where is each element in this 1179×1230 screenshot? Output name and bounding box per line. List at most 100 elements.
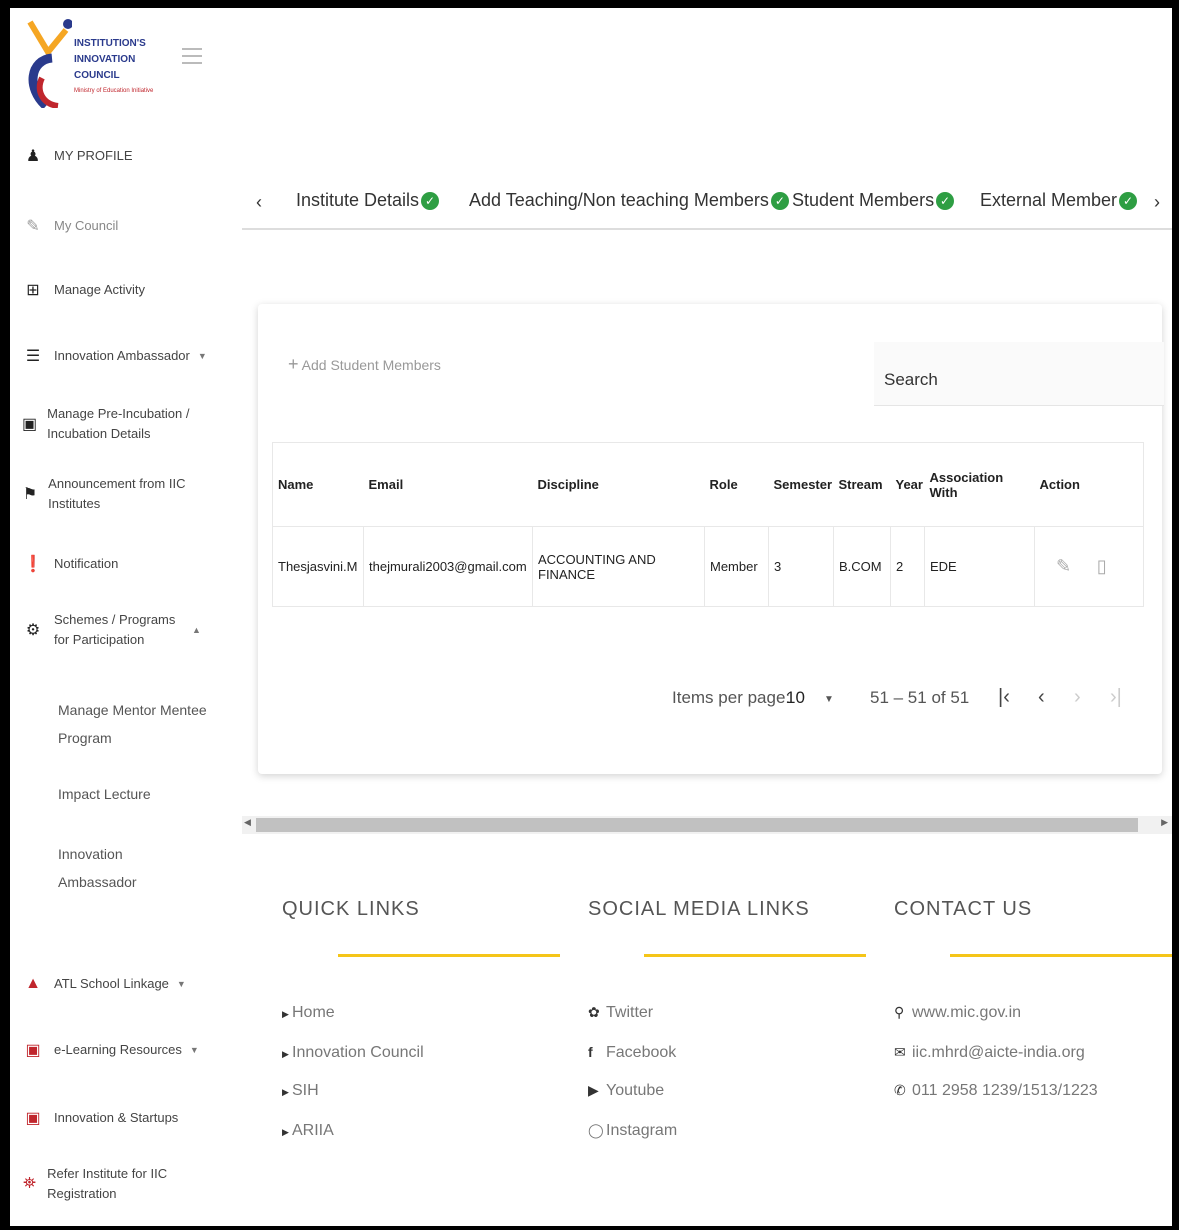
next-page-icon[interactable]: › xyxy=(1074,686,1081,709)
footer-quick-links: QUICK LINKS ▶ Home ▶ Innovation Council ▶ S… xyxy=(282,898,582,1139)
footer-contact-title: CONTACT US xyxy=(894,898,1033,920)
check-circle-icon: ✓ xyxy=(1119,191,1138,210)
sidebar-item-innovation-ambassador[interactable]: ☰ Innovation Ambassador ▼ xyxy=(10,346,225,366)
chalkboard-icon: ▣ xyxy=(25,1110,41,1127)
cell-discipline: ACCOUNTING AND FINANCE xyxy=(532,526,705,607)
bullhorn-icon: ⚑ xyxy=(22,486,38,503)
plus-icon: + xyxy=(288,354,299,374)
sidebar-subitem-impact-lecture[interactable]: Impact Lecture xyxy=(58,780,208,808)
footer-contact: CONTACT US ⚲ www.mic.gov.in ✉ iic.mhrd@aic… xyxy=(894,898,1172,1099)
sidebar-subitem-mentor-mentee[interactable]: Manage Mentor Mentee Program xyxy=(58,696,208,752)
footer-link-instagram[interactable]: ◯ Instagram xyxy=(588,1122,677,1140)
cell-stream: B.COM xyxy=(833,526,891,607)
logo-graphic-icon xyxy=(27,19,73,110)
tab-scroll-right-icon[interactable]: › xyxy=(1154,192,1160,213)
footer-link-ariia[interactable]: ▶ ARIIA xyxy=(282,1122,334,1140)
notification-icon: ❗ xyxy=(23,556,43,573)
footer-link-website[interactable]: ⚲ www.mic.gov.in xyxy=(894,1004,1021,1022)
envelope-icon: ✉ xyxy=(894,1044,906,1060)
sidebar-item-pre-incubation[interactable]: ▣ Manage Pre-Incubation / Incubation Det… xyxy=(10,404,190,444)
member-tabs: ‹ Institute Details ✓ Add Teaching/Non te… xyxy=(242,178,1172,230)
sidebar: INSTITUTION'S INNOVATION COUNCIL Ministr… xyxy=(10,8,230,1226)
caret-right-icon: ▶ xyxy=(282,1127,289,1137)
footer-social-links: SOCIAL MEDIA LINKS ✿ Twitter f Facebook ▶ Y… xyxy=(588,898,888,1139)
col-header-name[interactable]: Name xyxy=(272,442,364,527)
cell-name: Thesjasvini.M xyxy=(272,526,364,607)
footer-link-email[interactable]: ✉ iic.mhrd@aicte-india.org xyxy=(894,1044,1085,1062)
database-icon: ▣ xyxy=(22,416,38,433)
tab-student-members[interactable]: Student Members ✓ xyxy=(792,190,955,211)
prev-page-icon[interactable]: ‹ xyxy=(1038,686,1045,709)
footer-link-home[interactable]: ▶ Home xyxy=(282,1004,335,1022)
horizontal-scrollbar[interactable]: ◀ ▶ xyxy=(242,816,1172,834)
footer-link-sih[interactable]: ▶ SIH xyxy=(282,1082,319,1100)
facebook-icon: f xyxy=(588,1044,593,1060)
cell-semester: 3 xyxy=(768,526,834,607)
caret-right-icon: ▶ xyxy=(282,1049,289,1059)
sidebar-item-innovation-startups[interactable]: ▣ Innovation & Startups xyxy=(10,1108,225,1128)
scrollbar-thumb[interactable] xyxy=(256,818,1138,832)
scroll-right-icon[interactable]: ▶ xyxy=(1161,817,1168,828)
student-members-card: + Add Student Members Search Name Email … xyxy=(258,304,1164,774)
sidebar-item-elearning[interactable]: ▣ e-Learning Resources ▼ xyxy=(10,1040,225,1060)
sidebar-item-refer-institute[interactable]: ⛯ Refer Institute for IIC Registration xyxy=(10,1164,180,1204)
sidebar-item-notification[interactable]: ❗ Notification xyxy=(10,554,225,574)
chevron-down-icon: ▼ xyxy=(197,351,207,361)
cell-role: Member xyxy=(704,526,769,607)
col-header-year[interactable]: Year xyxy=(890,442,925,527)
caret-right-icon: ▶ xyxy=(282,1087,289,1097)
page-frame: INSTITUTION'S INNOVATION COUNCIL Ministr… xyxy=(10,8,1172,1226)
footer-link-facebook[interactable]: f Facebook xyxy=(588,1044,676,1062)
chevron-up-icon: ▲ xyxy=(192,625,201,635)
sidebar-item-my-council[interactable]: ✎ My Council xyxy=(10,216,225,236)
twitter-icon: ✿ xyxy=(588,1004,600,1020)
col-header-association[interactable]: Association With xyxy=(924,442,1035,527)
col-header-role[interactable]: Role xyxy=(704,442,769,527)
sidebar-item-my-profile[interactable]: ♟ MY PROFILE xyxy=(10,146,225,166)
sidebar-item-schemes[interactable]: ⚙ Schemes / Programs for Participation ▲ xyxy=(10,610,210,650)
menu-toggle-icon[interactable] xyxy=(182,48,202,66)
iic-logo[interactable]: INSTITUTION'S INNOVATION COUNCIL Ministr… xyxy=(22,18,172,110)
items-per-page-select[interactable]: 10 xyxy=(786,688,805,708)
gears-icon: ⚙ xyxy=(25,622,41,639)
footer-divider xyxy=(338,954,560,957)
tab-institute-details[interactable]: Institute Details ✓ xyxy=(296,190,440,211)
col-header-semester[interactable]: Semester xyxy=(768,442,834,527)
tab-scroll-left-icon[interactable]: ‹ xyxy=(256,192,262,213)
logo-text: INSTITUTION'S INNOVATION COUNCIL xyxy=(74,38,146,81)
first-page-icon[interactable]: |‹ xyxy=(998,686,1010,709)
chevron-down-icon: ▼ xyxy=(176,979,186,989)
footer-divider xyxy=(950,954,1172,957)
last-page-icon[interactable]: ›| xyxy=(1110,686,1122,709)
add-student-members-button[interactable]: + Add Student Members xyxy=(288,354,441,375)
sidebar-item-announcement[interactable]: ⚑ Announcement from IIC Institutes xyxy=(10,474,190,514)
pagination-range: 51 – 51 of 51 xyxy=(870,688,970,707)
edit-icon[interactable]: ✎ xyxy=(1056,556,1071,576)
tab-teaching-members[interactable]: Add Teaching/Non teaching Members ✓ xyxy=(469,190,789,211)
footer-link-youtube[interactable]: ▶ Youtube xyxy=(588,1082,664,1100)
tab-external-member[interactable]: External Member ✓ xyxy=(980,190,1138,211)
sidebar-subitem-innovation-ambassador[interactable]: Innovation Ambassador xyxy=(58,840,148,896)
footer-link-innovation-council[interactable]: ▶ Innovation Council xyxy=(282,1044,424,1062)
footer-link-twitter[interactable]: ✿ Twitter xyxy=(588,1004,653,1022)
cell-email: thejmurali2003@gmail.com xyxy=(363,526,533,607)
dropdown-arrow-icon[interactable]: ▼ xyxy=(824,694,834,705)
col-header-email[interactable]: Email xyxy=(363,442,533,527)
delete-icon[interactable]: ▯ xyxy=(1097,556,1107,576)
sidebar-item-atl-school-linkage[interactable]: ▲ ATL School Linkage ▼ xyxy=(10,974,225,994)
edit-icon: ✎ xyxy=(26,218,40,235)
footer-divider xyxy=(644,954,866,957)
map-marker-icon: ⚲ xyxy=(894,1004,905,1020)
scroll-left-icon[interactable]: ◀ xyxy=(244,817,251,828)
footer-social-title: SOCIAL MEDIA LINKS xyxy=(588,898,810,920)
footer-phone: ✆ 011 2958 1239/1513/1223 xyxy=(894,1082,1098,1099)
sidebar-item-manage-activity[interactable]: ⊞ Manage Activity xyxy=(10,280,225,300)
col-header-discipline[interactable]: Discipline xyxy=(532,442,705,527)
instagram-icon: ◯ xyxy=(588,1122,604,1138)
youtube-icon: ▶ xyxy=(588,1082,599,1098)
col-header-stream[interactable]: Stream xyxy=(833,442,891,527)
check-circle-icon: ✓ xyxy=(770,191,789,210)
caret-right-icon: ▶ xyxy=(282,1009,289,1019)
search-input[interactable]: Search xyxy=(874,342,1164,406)
institution-icon: ⛯ xyxy=(23,1175,36,1192)
